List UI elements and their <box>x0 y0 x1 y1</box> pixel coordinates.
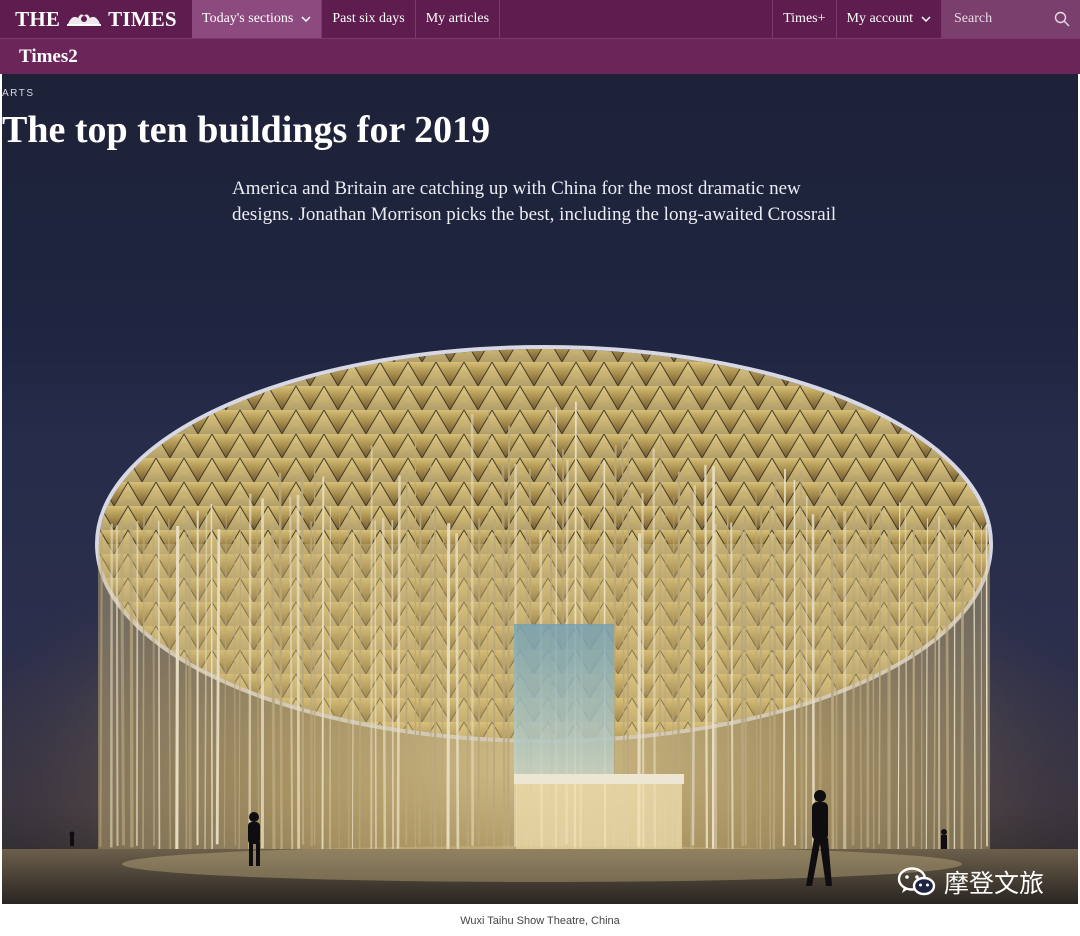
nav-past-six-days-label: Past six days <box>332 11 405 26</box>
column-rod <box>782 468 786 847</box>
column-rod <box>811 514 815 853</box>
column-rod <box>321 476 325 855</box>
column-rod <box>418 506 422 845</box>
nav-todays-sections-label: Today's sections <box>202 11 294 26</box>
column-rod <box>985 524 988 847</box>
column-rod <box>740 524 745 846</box>
nav-todays-sections[interactable]: Today's sections <box>192 0 323 38</box>
column-rod <box>872 509 875 851</box>
column-rod <box>157 520 161 852</box>
nav-my-account-label: My account <box>846 11 913 26</box>
column-rod <box>446 523 451 850</box>
watermark-text: 摩登文旅 <box>943 869 1044 898</box>
nav-times-plus-label: Times+ <box>783 11 826 26</box>
search-placeholder: Search <box>954 11 993 26</box>
column-rod <box>175 525 180 854</box>
nav-past-six-days[interactable]: Past six days <box>322 0 416 38</box>
column-rod <box>960 527 965 855</box>
column-rod <box>730 522 734 854</box>
column-rod <box>704 464 709 849</box>
column-rod <box>396 475 401 849</box>
column-rod <box>714 524 717 856</box>
column-rod <box>99 524 103 847</box>
column-rod <box>793 479 797 846</box>
section-bar: Times2 <box>0 39 1080 74</box>
article-hero: ARTS The top ten buildings for 2019 Amer… <box>2 74 1078 904</box>
column-rod <box>215 529 221 845</box>
nav-my-articles[interactable]: My articles <box>416 0 501 38</box>
column-rod <box>805 496 808 855</box>
times-logo[interactable]: THE TIMES <box>0 0 192 38</box>
top-navigation: THE TIMES Today's sections Past six days… <box>0 0 1080 39</box>
nav-my-articles-label: My articles <box>425 11 490 26</box>
article-headline: The top ten buildings for 2019 <box>2 109 491 151</box>
crest-icon <box>67 14 102 26</box>
nav-my-account[interactable]: My account <box>837 0 942 38</box>
chevron-down-icon <box>921 16 931 22</box>
column-rod <box>270 524 276 852</box>
column-rod <box>912 523 916 847</box>
column-rod <box>769 502 771 855</box>
column-rod <box>187 517 192 853</box>
column-rod <box>744 515 747 846</box>
column-rod <box>278 472 283 850</box>
wechat-icon <box>897 867 936 896</box>
column-rod <box>120 519 126 846</box>
logo-text-left: THE <box>15 6 61 31</box>
nav-times-plus[interactable]: Times+ <box>772 0 837 38</box>
column-rod <box>136 520 139 846</box>
image-caption: Wuxi Taihu Show Theatre, China <box>460 915 620 927</box>
search-icon[interactable] <box>1054 11 1070 27</box>
column-rod <box>391 520 394 856</box>
column-rod <box>142 514 145 855</box>
column-rod <box>185 507 188 851</box>
article-kicker[interactable]: ARTS <box>2 88 1078 99</box>
column-rod <box>830 515 835 851</box>
column-rod <box>248 493 252 856</box>
chevron-down-icon <box>301 16 311 22</box>
column-rod <box>152 514 155 846</box>
wechat-watermark: 摩登文旅 <box>896 864 1044 900</box>
search-input[interactable]: Search <box>942 0 1080 38</box>
column-rod <box>455 533 460 856</box>
column-rod <box>296 494 300 849</box>
column-rod <box>726 508 730 856</box>
column-rod <box>493 518 496 846</box>
column-rod <box>374 520 377 852</box>
section-title[interactable]: Times2 <box>19 46 78 68</box>
column-rod <box>799 470 804 856</box>
column-rod <box>945 514 950 854</box>
column-rod <box>477 517 481 845</box>
column-rod <box>210 503 213 852</box>
column-rod <box>501 463 506 853</box>
logo-text-right: TIMES <box>108 6 177 31</box>
column-rod <box>115 525 119 846</box>
article-standfirst: America and Britain are catching up with… <box>232 178 837 225</box>
column-rod <box>129 521 134 848</box>
column-rod <box>309 521 313 847</box>
column-rod <box>466 531 470 852</box>
column-rod <box>759 501 762 852</box>
column-rod <box>381 517 387 852</box>
column-rod <box>507 425 511 852</box>
column-rod <box>301 471 305 845</box>
column-rod <box>851 486 856 846</box>
